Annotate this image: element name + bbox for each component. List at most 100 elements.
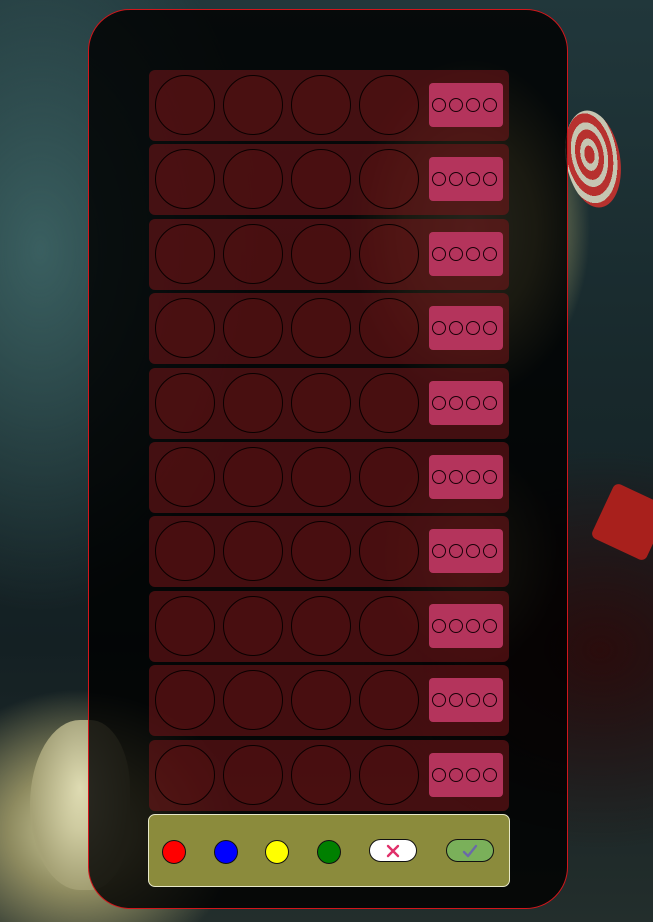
peg-slot[interactable] [359,447,419,507]
color-button-blue[interactable] [214,840,238,864]
peg-slot[interactable] [155,447,215,507]
feedback-peg [432,321,446,335]
clear-button[interactable] [369,839,417,862]
peg-slot[interactable] [155,745,215,805]
feedback-peg [466,247,480,261]
peg-slot[interactable] [291,149,351,209]
color-palette [148,814,510,887]
peg-slot[interactable] [155,670,215,730]
peg-slot[interactable] [291,298,351,358]
feedback-peg [466,321,480,335]
feedback-peg [466,619,480,633]
guess-row [149,516,509,587]
guess-row [149,442,509,513]
feedback-box [429,604,503,648]
peg-slot[interactable] [359,373,419,433]
feedback-peg [483,768,497,782]
feedback-peg [432,693,446,707]
feedback-peg [483,470,497,484]
guess-row [149,70,509,141]
feedback-peg [449,619,463,633]
color-button-green[interactable] [317,840,341,864]
feedback-peg [449,247,463,261]
peg-slot[interactable] [223,373,283,433]
peg-slot[interactable] [223,224,283,284]
peg-slot[interactable] [223,149,283,209]
peg-slot[interactable] [155,373,215,433]
feedback-peg [432,619,446,633]
checkmark-icon [462,844,478,857]
peg-slot[interactable] [359,298,419,358]
feedback-peg [432,247,446,261]
guess-row [149,665,509,736]
feedback-peg [449,544,463,558]
feedback-peg [432,172,446,186]
peg-slot[interactable] [291,521,351,581]
guess-row [149,293,509,364]
color-button-red[interactable] [162,840,186,864]
peg-slot[interactable] [291,745,351,805]
color-button-yellow[interactable] [265,840,289,864]
peg-slot[interactable] [359,521,419,581]
peg-slot[interactable] [223,521,283,581]
peg-slot[interactable] [223,298,283,358]
peg-slot[interactable] [223,670,283,730]
peg-slot[interactable] [291,224,351,284]
feedback-peg [466,544,480,558]
feedback-peg [432,768,446,782]
feedback-peg [432,544,446,558]
peg-slot[interactable] [359,149,419,209]
feedback-box [429,306,503,350]
feedback-peg [449,396,463,410]
feedback-peg [449,321,463,335]
feedback-box [429,381,503,425]
peg-slot[interactable] [359,670,419,730]
feedback-box [429,232,503,276]
guess-row [149,219,509,290]
peg-slot[interactable] [155,521,215,581]
peg-slot[interactable] [359,745,419,805]
guess-row [149,368,509,439]
feedback-peg [483,396,497,410]
feedback-peg [466,693,480,707]
peg-slot[interactable] [223,745,283,805]
guess-row [149,144,509,215]
peg-slot[interactable] [155,298,215,358]
peg-slot[interactable] [223,596,283,656]
feedback-peg [466,98,480,112]
peg-slot[interactable] [155,224,215,284]
guess-row [149,740,509,811]
feedback-peg [449,172,463,186]
peg-slot[interactable] [291,373,351,433]
peg-slot[interactable] [155,149,215,209]
peg-slot[interactable] [155,75,215,135]
peg-slot[interactable] [359,75,419,135]
feedback-box [429,753,503,797]
peg-slot[interactable] [291,670,351,730]
feedback-peg [466,768,480,782]
peg-slot[interactable] [291,447,351,507]
feedback-peg [483,544,497,558]
feedback-peg [466,172,480,186]
peg-slot[interactable] [291,596,351,656]
feedback-box [429,529,503,573]
feedback-peg [483,321,497,335]
peg-slot[interactable] [291,75,351,135]
feedback-box [429,678,503,722]
peg-slot[interactable] [155,596,215,656]
feedback-box [429,455,503,499]
feedback-peg [449,98,463,112]
feedback-box [429,157,503,201]
peg-slot[interactable] [223,447,283,507]
feedback-peg [466,396,480,410]
peg-slot[interactable] [223,75,283,135]
peg-slot[interactable] [359,224,419,284]
guess-row [149,591,509,662]
feedback-peg [432,470,446,484]
feedback-peg [483,172,497,186]
peg-slot[interactable] [359,596,419,656]
feedback-peg [432,98,446,112]
feedback-peg [483,693,497,707]
submit-button[interactable] [446,839,494,862]
feedback-peg [483,619,497,633]
